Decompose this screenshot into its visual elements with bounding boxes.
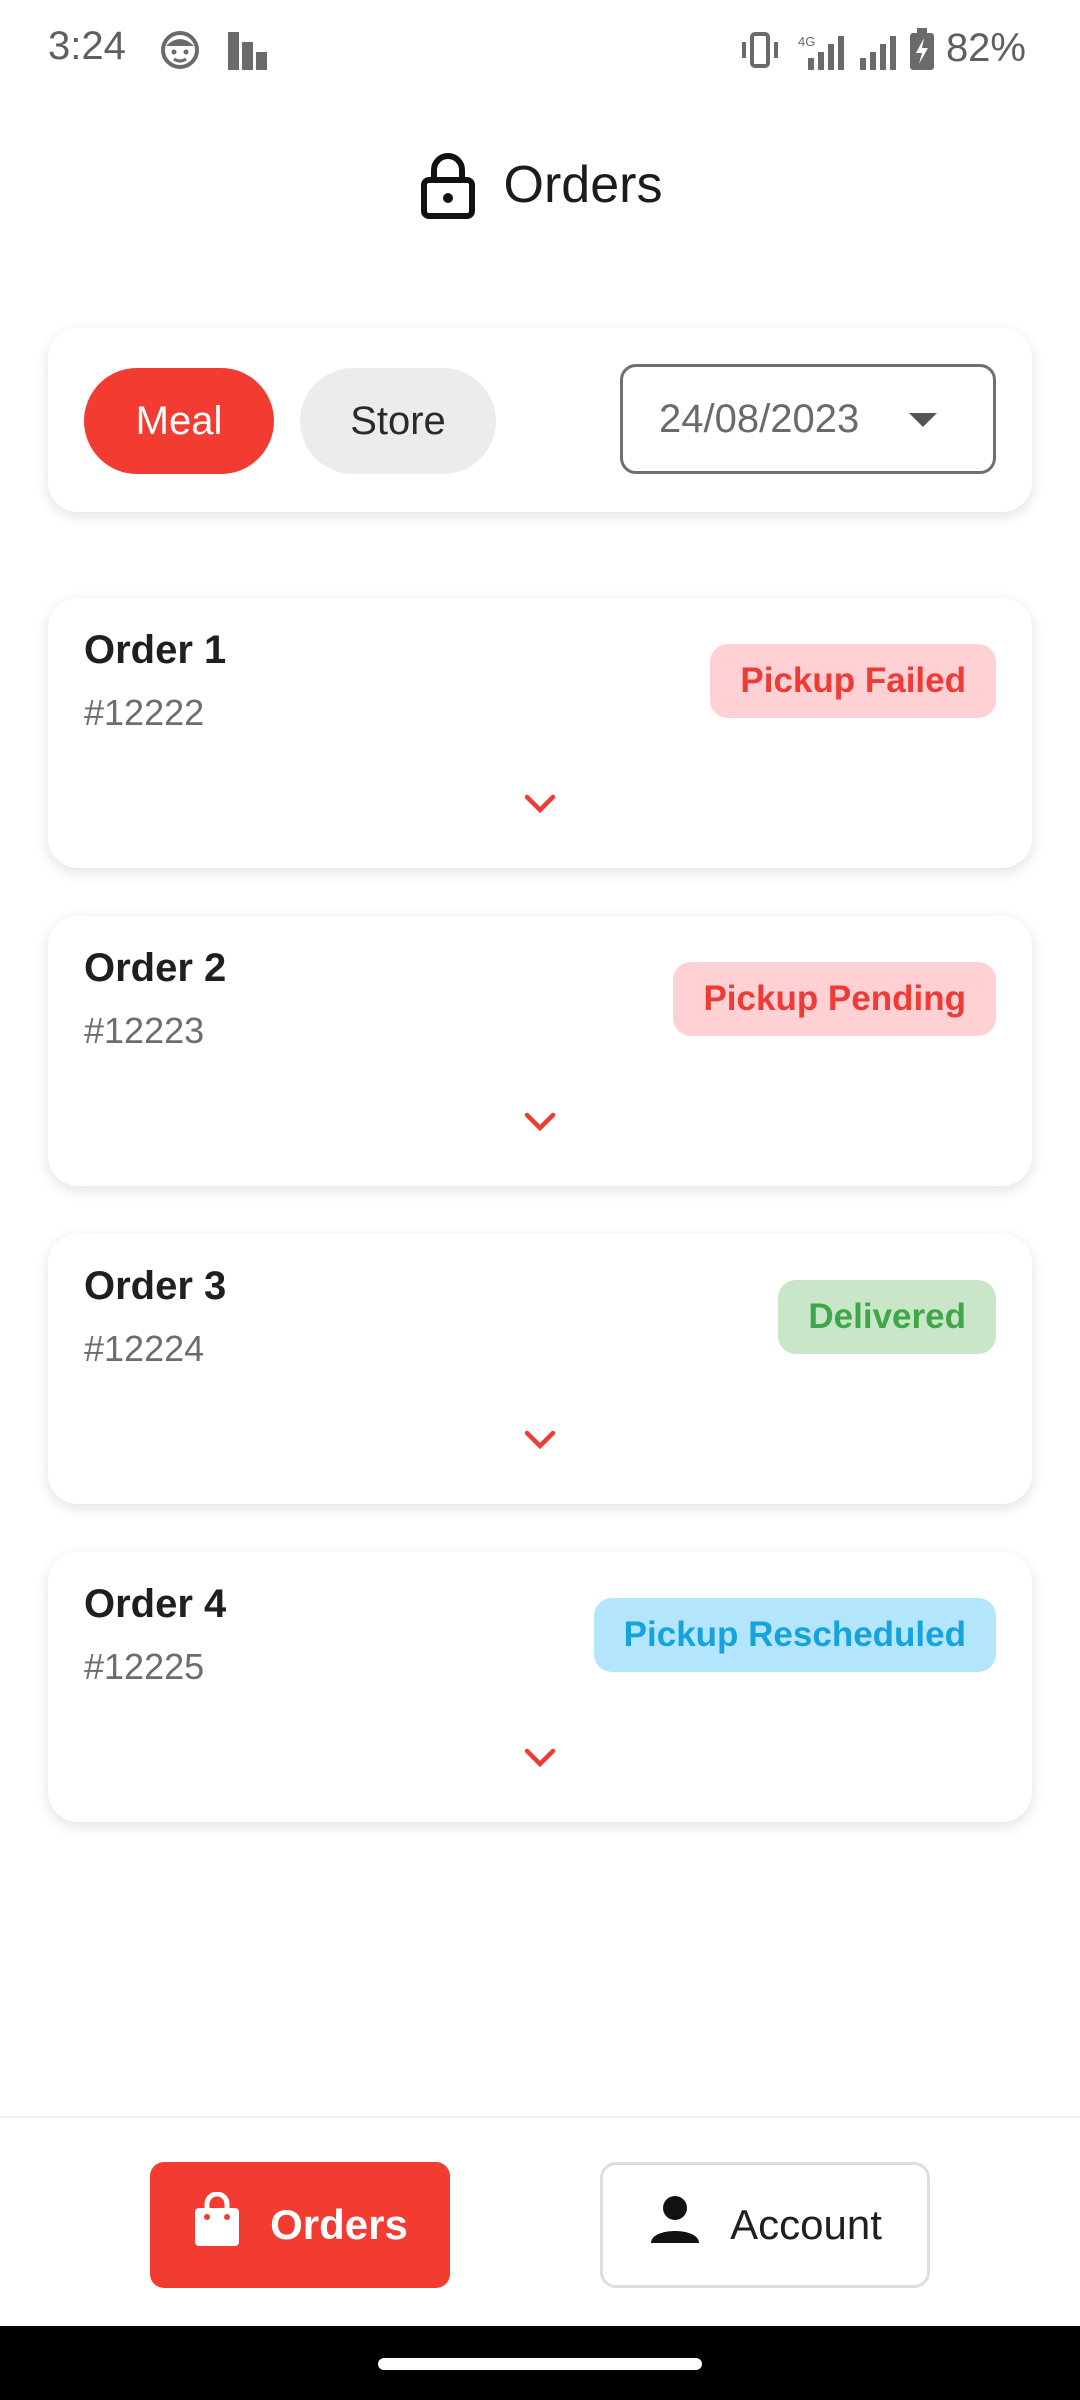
- network-type-label: 4G: [798, 34, 815, 49]
- status-badge: Pickup Pending: [673, 962, 996, 1036]
- shopping-bag-icon: [192, 2191, 242, 2258]
- chevron-down-icon[interactable]: [524, 1112, 556, 1132]
- status-badge: Delivered: [778, 1280, 996, 1354]
- page-title: Orders: [503, 156, 663, 214]
- vibrate-icon: [738, 28, 782, 77]
- face-notification-icon: [160, 28, 200, 77]
- order-number: #12224: [84, 1328, 205, 1369]
- nav-account-label: Account: [730, 2201, 882, 2248]
- chevron-down-icon[interactable]: [524, 1748, 556, 1768]
- home-indicator[interactable]: [378, 2358, 702, 2370]
- order-card[interactable]: Order 2 #12223 Pickup Pending: [48, 916, 1032, 1186]
- battery-percentage: 82%: [945, 26, 1026, 70]
- bottom-navigation: Orders Account: [0, 2116, 1080, 2328]
- orders-list: Order 1 #12222 Pickup Failed Order 2 #12…: [48, 598, 1032, 1870]
- order-card[interactable]: Order 4 #12225 Pickup Rescheduled: [48, 1552, 1032, 1822]
- system-navigation-bar: [0, 2326, 1080, 2400]
- nav-orders-button[interactable]: Orders: [150, 2162, 450, 2288]
- page-header: Orders: [0, 140, 1080, 230]
- dropdown-arrow-icon: [909, 413, 937, 427]
- status-time: 3:24: [48, 24, 126, 68]
- status-badge: Pickup Rescheduled: [593, 1598, 996, 1672]
- order-number: #12223: [84, 1010, 205, 1051]
- order-title: Order 1: [84, 628, 227, 672]
- order-number: #12222: [84, 692, 205, 733]
- chevron-down-icon[interactable]: [524, 1430, 556, 1450]
- bar-chart-icon: [226, 28, 268, 77]
- order-card[interactable]: Order 3 #12224 Delivered: [48, 1234, 1032, 1504]
- tab-store[interactable]: Store: [300, 368, 496, 474]
- lock-icon: [418, 150, 478, 220]
- filter-card: Meal Store 24/08/2023: [48, 328, 1032, 512]
- date-dropdown[interactable]: 24/08/2023: [620, 364, 996, 474]
- signal-icon-1: 4G: [796, 32, 852, 77]
- order-title: Order 2: [84, 946, 227, 990]
- status-bar: 3:24 4G 82%: [0, 0, 1080, 100]
- order-card[interactable]: Order 1 #12222 Pickup Failed: [48, 598, 1032, 868]
- order-title: Order 3: [84, 1264, 227, 1308]
- order-title: Order 4: [84, 1582, 227, 1626]
- nav-orders-label: Orders: [270, 2201, 408, 2248]
- chevron-down-icon[interactable]: [524, 794, 556, 814]
- status-badge: Pickup Failed: [710, 644, 996, 718]
- date-value: 24/08/2023: [659, 396, 860, 441]
- order-number: #12225: [84, 1646, 205, 1687]
- tab-meal[interactable]: Meal: [84, 368, 274, 474]
- nav-account-button[interactable]: Account: [600, 2162, 930, 2288]
- signal-icon-2: [858, 32, 898, 77]
- person-icon: [648, 2193, 702, 2257]
- battery-charging-icon: [908, 28, 936, 77]
